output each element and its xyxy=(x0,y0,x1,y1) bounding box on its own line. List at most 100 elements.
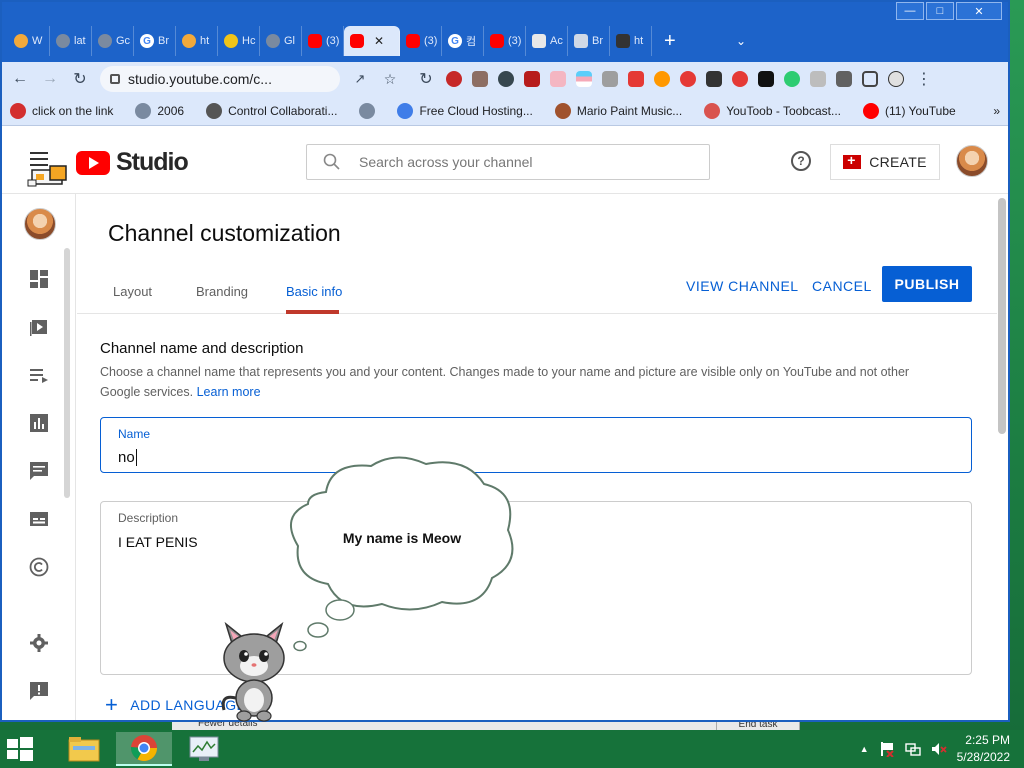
tab-branding[interactable]: Branding xyxy=(196,284,248,299)
chrome-taskbar-icon[interactable] xyxy=(116,732,172,766)
tab-4[interactable]: ht xyxy=(176,26,218,56)
tab-search-chevron-icon[interactable]: ⌄ xyxy=(736,34,746,48)
desktop-cat-icon[interactable] xyxy=(216,614,292,722)
page-scrollbar[interactable] xyxy=(998,198,1006,434)
kebab-menu-icon[interactable]: ⋮ xyxy=(914,69,934,89)
extension-gray-icon[interactable] xyxy=(602,71,618,87)
bookmark-item[interactable] xyxy=(359,102,376,119)
system-tray: ▲ 2:25 PM 5/28/2022 xyxy=(860,730,1024,768)
analytics-icon[interactable] xyxy=(28,412,50,434)
new-tab-icon[interactable]: + xyxy=(664,30,688,53)
bookmark-item[interactable]: YouToob - Toobcast... xyxy=(704,102,841,119)
sidepanel-icon[interactable] xyxy=(862,71,878,87)
bookmark-star-icon[interactable]: ☆ xyxy=(380,69,400,89)
tab-1[interactable]: lat xyxy=(50,26,92,56)
learn-more-link[interactable]: Learn more xyxy=(197,385,261,399)
copyright-icon[interactable] xyxy=(28,556,50,578)
bookmark-item[interactable]: Control Collaborati... xyxy=(206,102,337,119)
name-input-value[interactable]: no xyxy=(118,449,137,466)
extension-shoe-icon[interactable] xyxy=(628,71,644,87)
reload-icon[interactable]: ↻ xyxy=(70,69,90,89)
minimize-icon[interactable]: — xyxy=(896,2,924,20)
tab-10[interactable]: G컴 xyxy=(442,26,484,56)
forward-arrow-icon[interactable]: → xyxy=(40,69,60,89)
tab-12[interactable]: Ac xyxy=(526,26,568,56)
channel-avatar[interactable] xyxy=(24,208,56,240)
dashboard-icon[interactable] xyxy=(28,268,50,290)
content-icon[interactable] xyxy=(28,316,50,338)
refresh-extension-icon[interactable]: ↻ xyxy=(416,69,436,89)
tab-9[interactable]: (3) xyxy=(400,26,442,56)
extension-globe-icon[interactable] xyxy=(498,71,514,87)
tab-2[interactable]: Gc xyxy=(92,26,134,56)
tab-layout[interactable]: Layout xyxy=(113,284,152,299)
extension-robux-icon[interactable] xyxy=(784,71,800,87)
extension-red-icon[interactable] xyxy=(446,71,462,87)
extension-cat-icon[interactable] xyxy=(472,71,488,87)
extension-book-icon[interactable] xyxy=(524,71,540,87)
address-bar[interactable]: studio.youtube.com/c... xyxy=(100,66,340,92)
tab-11[interactable]: (3) xyxy=(484,26,526,56)
tab-0[interactable]: W xyxy=(8,26,50,56)
bookmark-item[interactable]: (11) YouTube xyxy=(862,102,956,119)
create-button[interactable]: CREATE xyxy=(830,144,940,180)
comments-icon[interactable] xyxy=(28,460,50,482)
bookmark-item[interactable]: Mario Paint Music... xyxy=(554,102,682,119)
playlists-icon[interactable] xyxy=(28,364,50,386)
maximize-icon[interactable]: □ xyxy=(926,2,954,20)
tab-basic-info[interactable]: Basic info xyxy=(286,284,342,299)
globe-icon xyxy=(98,34,112,48)
volume-muted-icon[interactable] xyxy=(931,741,947,757)
tab-14[interactable]: ht xyxy=(610,26,652,56)
share-icon[interactable]: ↗ xyxy=(350,69,370,89)
cancel-button[interactable]: CANCEL xyxy=(812,278,872,294)
search-input[interactable] xyxy=(359,154,679,170)
tab-3[interactable]: G Br xyxy=(134,26,176,56)
subtitles-icon[interactable] xyxy=(28,508,50,530)
close-window-icon[interactable]: ✕ xyxy=(956,2,1002,20)
channel-search[interactable] xyxy=(306,144,710,180)
settings-gear-icon[interactable] xyxy=(28,632,50,654)
tab-active-studio[interactable]: ✕ xyxy=(344,26,400,56)
rail-scrollbar[interactable] xyxy=(64,248,70,498)
tab-13[interactable]: Br xyxy=(568,26,610,56)
bookmark-item[interactable]: Free Cloud Hosting... xyxy=(397,102,533,119)
bookmark-item[interactable]: click on the link xyxy=(10,102,113,119)
tab-7[interactable]: (3) xyxy=(302,26,344,56)
extension-tomato-icon[interactable] xyxy=(732,71,748,87)
description-input-value[interactable]: I EAT PENIS xyxy=(118,534,198,550)
windows-start-icon[interactable] xyxy=(0,730,40,768)
profile-icon[interactable] xyxy=(888,71,904,87)
extension-r-icon[interactable] xyxy=(758,71,774,87)
feedback-icon[interactable] xyxy=(28,680,50,702)
section-description: Choose a channel name that represents yo… xyxy=(100,365,910,399)
extension-x-icon[interactable] xyxy=(680,71,696,87)
publish-button[interactable]: PUBLISH xyxy=(882,266,972,302)
bookmarks-overflow-icon[interactable]: » xyxy=(993,104,1000,118)
taskbar-clock[interactable]: 2:25 PM 5/28/2022 xyxy=(957,732,1010,766)
tab-close-icon[interactable]: ✕ xyxy=(374,34,384,48)
extension-fox-icon[interactable] xyxy=(654,71,670,87)
extension-pin-icon[interactable] xyxy=(550,71,566,87)
tab-6[interactable]: Gl xyxy=(260,26,302,56)
left-nav-rail xyxy=(2,194,76,720)
view-channel-button[interactable]: VIEW CHANNEL xyxy=(686,278,799,294)
bookmark-item[interactable]: 2006 xyxy=(135,102,184,119)
network-icon[interactable] xyxy=(904,741,921,757)
tab-5[interactable]: Hc xyxy=(218,26,260,56)
task-manager-taskbar-icon[interactable] xyxy=(176,732,232,766)
name-field[interactable]: Name no xyxy=(100,417,972,473)
show-hidden-icons[interactable]: ▲ xyxy=(860,744,869,754)
help-icon[interactable]: ? xyxy=(791,151,811,171)
extension-cube-icon[interactable] xyxy=(810,71,826,87)
file-explorer-icon[interactable] xyxy=(56,732,112,766)
extension-invader-icon[interactable] xyxy=(706,71,722,87)
studio-logo[interactable]: Studio xyxy=(76,148,189,177)
action-center-flag-icon[interactable] xyxy=(879,741,895,757)
back-arrow-icon[interactable]: ← xyxy=(10,69,30,89)
search-icon xyxy=(323,153,340,170)
extension-flag-icon[interactable] xyxy=(576,71,592,87)
account-avatar[interactable] xyxy=(956,145,988,177)
puzzle-icon[interactable] xyxy=(836,71,852,87)
menu-icon xyxy=(616,34,630,48)
